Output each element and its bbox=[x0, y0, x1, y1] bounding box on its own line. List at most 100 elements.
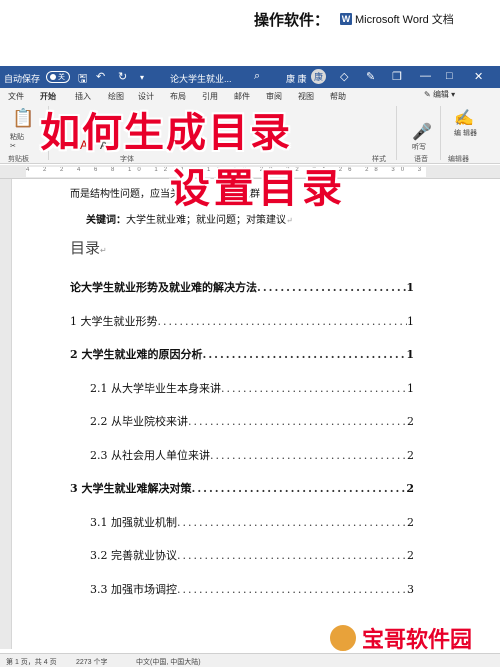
toc-entry-page: 2 bbox=[407, 448, 414, 462]
dictate-label[interactable]: 听写 bbox=[412, 142, 426, 152]
toc-leader-dots: ........................................… bbox=[210, 448, 407, 462]
toc-leader-dots: ........................................… bbox=[191, 482, 407, 495]
toc-leader-dots: ........................................… bbox=[157, 314, 408, 328]
maximize-icon[interactable]: □ bbox=[446, 70, 453, 82]
paragraph-mark-icon: ↵ bbox=[286, 216, 293, 225]
editor-icon[interactable]: ✍ bbox=[454, 108, 474, 128]
document-title[interactable]: 论大学生就业... bbox=[170, 72, 232, 85]
toc-entry-page: 3 bbox=[407, 582, 414, 596]
word-icon: W bbox=[340, 13, 352, 25]
customize-arrow-icon[interactable]: ▾ bbox=[140, 73, 144, 82]
watermark-logo-icon bbox=[328, 623, 358, 653]
toc-entry-page: 2 bbox=[407, 515, 414, 529]
save-icon[interactable]: 🖫 bbox=[78, 70, 87, 89]
toc-leader-dots: ........................................… bbox=[221, 381, 407, 395]
caption-label: 操作软件： bbox=[254, 11, 330, 29]
autosave-label: 自动保存 bbox=[4, 74, 41, 84]
toc-heading-text: 目录 bbox=[70, 239, 101, 257]
tab-view[interactable]: 视图 bbox=[298, 91, 314, 102]
toc-entry[interactable]: 3.1 加强就业机制..............................… bbox=[90, 514, 414, 530]
toc-leader-dots: ........................................… bbox=[177, 582, 407, 596]
overlay-title: 如何生成目录 bbox=[40, 110, 292, 156]
toc-leader-dots: ........................................… bbox=[177, 515, 407, 529]
pencil-icon: ✎ bbox=[424, 90, 431, 99]
toc-entry-title: 3.2 完善就业协议 bbox=[90, 549, 177, 562]
overlay-subtitle: 设置目录 bbox=[170, 166, 346, 212]
toc-entry-page: 1 bbox=[407, 314, 414, 328]
toc-entry-page: 2 bbox=[407, 415, 414, 428]
status-words[interactable]: 2273 个字 bbox=[76, 657, 108, 667]
editor-button-label[interactable]: 编 辑器 bbox=[454, 128, 477, 138]
toc-entry-page: 2 bbox=[407, 549, 414, 562]
user-name[interactable]: 康 康 bbox=[286, 72, 307, 85]
toc-heading: 目录↵ bbox=[70, 237, 107, 258]
toc-entry-title: 3.3 加强市场调控 bbox=[90, 582, 177, 596]
tab-file[interactable]: 文件 bbox=[8, 91, 24, 102]
toc-entry-title: 2 大学生就业难的原因分析 bbox=[70, 348, 203, 361]
toc-entry[interactable]: 2.1 从大学毕业生本身来讲..........................… bbox=[90, 380, 414, 396]
editing-mode-button[interactable]: ✎ 编辑 ▾ bbox=[424, 89, 455, 100]
intro-text: 而是结构性问题，应当关 bbox=[70, 189, 180, 200]
clipboard-group-label: 剪贴板 bbox=[8, 156, 29, 163]
paste-icon[interactable]: 📋 bbox=[12, 108, 34, 129]
pen-icon[interactable]: ✎ bbox=[366, 70, 375, 83]
document-page[interactable]: 而是结构性问题，应当关 业群 关键词：大学生就业难；就业问题；对策建议↵ 目录↵ … bbox=[14, 179, 494, 649]
toc-entry-title: 1 大学生就业形势 bbox=[70, 314, 158, 328]
search-icon[interactable]: ⌕ bbox=[254, 70, 260, 83]
watermark: 宝哥软件园 bbox=[328, 620, 494, 656]
clipboard-expand-icon[interactable]: ✂ bbox=[10, 142, 16, 150]
keywords-text: 大学生就业难；就业问题；对策建议 bbox=[126, 215, 286, 226]
toc-entry[interactable]: 3.2 完善就业协议..............................… bbox=[90, 547, 414, 563]
toc-entry[interactable]: 2 大学生就业难的原因分析...........................… bbox=[70, 346, 414, 362]
toc-entry[interactable]: 3.3 加强市场调控..............................… bbox=[90, 581, 414, 597]
title-bar: 自动保存 关 🖫 ↶ ↻ ▾ 论大学生就业... ⌕ 康 康 康 ◇ ✎ ❐ —… bbox=[0, 66, 500, 88]
status-page[interactable]: 第 1 页，共 4 页 bbox=[6, 657, 57, 667]
keywords-label: 关键词： bbox=[86, 215, 126, 226]
toc-entry[interactable]: 1 大学生就业形势...............................… bbox=[70, 313, 414, 329]
toc-entry-title: 2.2 从毕业院校来讲 bbox=[90, 415, 188, 428]
paragraph-mark-icon: ↵ bbox=[100, 246, 107, 255]
toc-entry[interactable]: 3 大学生就业难解决对策............................… bbox=[70, 480, 414, 496]
toc-entry-title: 3 大学生就业难解决对策 bbox=[70, 482, 192, 495]
paste-label[interactable]: 粘贴 bbox=[10, 132, 24, 142]
toc-leader-dots: ........................................… bbox=[177, 549, 407, 562]
tab-help[interactable]: 帮助 bbox=[330, 91, 346, 102]
autosave-toggle[interactable]: 关 bbox=[46, 71, 70, 83]
vertical-ruler[interactable] bbox=[0, 179, 12, 649]
close-icon[interactable]: ✕ bbox=[474, 70, 483, 83]
toc-entry[interactable]: 2.2 从毕业院校来讲.............................… bbox=[90, 413, 414, 429]
toc-entry-title: 2.3 从社会用人单位来讲 bbox=[90, 448, 210, 462]
toggle-state: 关 bbox=[58, 74, 65, 81]
toc-entry-page: 1 bbox=[407, 381, 414, 395]
toc-entry-page: 1 bbox=[406, 348, 414, 361]
toc-entry-title: 论大学生就业形势及就业难的解决方法 bbox=[70, 281, 257, 294]
toc-leader-dots: ........................................… bbox=[202, 348, 407, 361]
undo-icon[interactable]: ↶ bbox=[96, 70, 105, 83]
toc-entry-page: 1 bbox=[406, 281, 414, 294]
chevron-down-icon: ▾ bbox=[451, 90, 456, 99]
minimize-icon[interactable]: — bbox=[420, 70, 431, 82]
toc-leader-dots: ........................................… bbox=[257, 281, 406, 294]
status-language[interactable]: 中文(中国, 中国大陆) bbox=[136, 657, 201, 667]
diamond-icon[interactable]: ◇ bbox=[340, 70, 348, 83]
toc-entry-title: 3.1 加强就业机制 bbox=[90, 515, 177, 529]
editing-mode-label: 编辑 bbox=[432, 90, 449, 99]
microphone-icon[interactable]: 🎤 bbox=[412, 122, 432, 142]
caption-bar: 操作软件： W Microsoft Word 文档 bbox=[0, 0, 500, 66]
toc-entry-page: 2 bbox=[406, 482, 414, 495]
redo-icon[interactable]: ↻ bbox=[118, 70, 127, 83]
caption-app: W Microsoft Word 文档 bbox=[340, 11, 454, 27]
toggle-knob bbox=[50, 74, 56, 80]
editor-group-label: 编辑器 bbox=[448, 156, 469, 163]
toc-entry[interactable]: 2.3 从社会用人单位来讲...........................… bbox=[90, 447, 414, 463]
toc-leader-dots: ........................................… bbox=[188, 415, 407, 428]
voice-group-label: 语音 bbox=[414, 156, 428, 163]
ribbon-separator bbox=[440, 106, 441, 160]
restore-icon[interactable]: ❐ bbox=[392, 70, 402, 83]
caption-app-name: Microsoft Word 文档 bbox=[355, 14, 454, 26]
toc-entry[interactable]: 论大学生就业形势及就业难的解决方法.......................… bbox=[70, 279, 414, 295]
ribbon-separator bbox=[396, 106, 397, 160]
styles-group-label: 样式 bbox=[372, 156, 386, 163]
toc-entry-title: 2.1 从大学毕业生本身来讲 bbox=[90, 381, 221, 395]
avatar[interactable]: 康 bbox=[311, 69, 326, 84]
